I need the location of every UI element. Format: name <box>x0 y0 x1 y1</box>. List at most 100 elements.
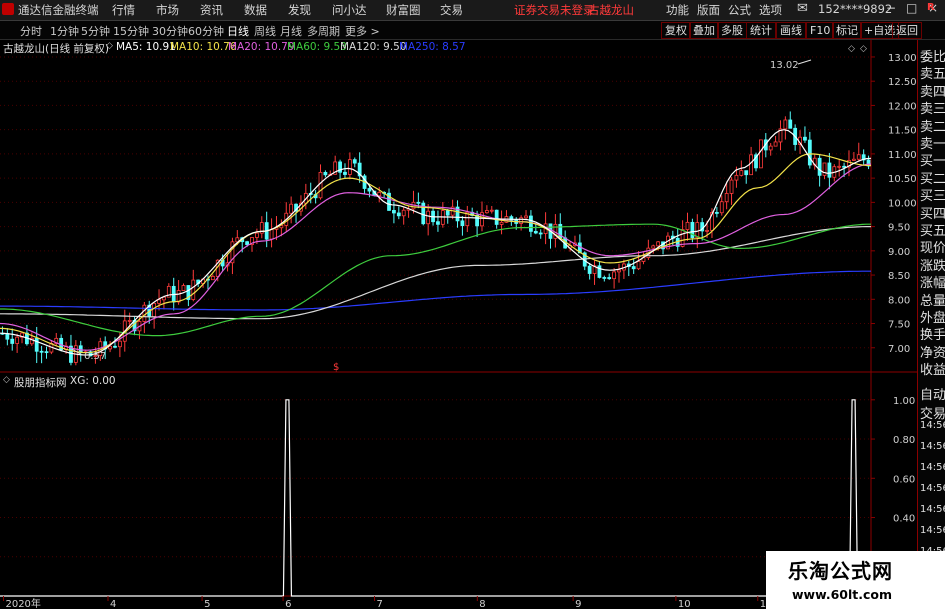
candle-body <box>529 215 533 232</box>
candle-body <box>44 351 49 354</box>
ma120-label: MA120: 9.50 <box>340 41 407 53</box>
candle-body <box>612 271 617 280</box>
candle-body <box>181 285 186 291</box>
quote-label-13: 涨幅 <box>920 276 945 292</box>
price-tick-label: 11.50 <box>888 126 917 137</box>
candle-body <box>636 261 641 270</box>
trade-item-2: 14:56 <box>920 420 945 431</box>
price-tick-label: 7.00 <box>888 344 910 355</box>
candle-body <box>210 276 215 281</box>
ma20-label: MA20: 10.79 <box>228 41 295 53</box>
candle-body <box>484 210 489 214</box>
candle-body <box>392 210 396 214</box>
ma-line <box>0 226 871 320</box>
price-tick-label: 11.00 <box>888 150 917 161</box>
watermark-title: 乐淘公式网 <box>788 559 893 583</box>
candle-body <box>475 215 479 227</box>
candle-body <box>113 345 117 348</box>
candle-body <box>807 139 812 166</box>
candle-body <box>323 171 328 176</box>
candle-body <box>685 221 690 230</box>
candle-body <box>783 119 788 130</box>
trade-item-4: 14:56 <box>920 462 945 473</box>
candle-body <box>538 232 543 235</box>
indicator-grid <box>0 399 871 558</box>
quote-label-17: 净资 <box>920 345 945 361</box>
price-tick-label: 9.00 <box>888 247 910 258</box>
indicator-tick-label: 1.00 <box>893 396 915 407</box>
candle-body <box>856 154 861 160</box>
indicator-tick-label: 0.60 <box>893 474 915 485</box>
candle-body <box>117 340 122 348</box>
candle-body <box>396 212 401 217</box>
watermark-url: www.60lt.com <box>792 587 893 602</box>
ma10-label: MA10: 10.76 <box>170 41 237 53</box>
candle-body <box>191 279 196 300</box>
date-label: 4 <box>110 599 116 609</box>
candle-body <box>34 337 39 352</box>
ma-line <box>0 270 871 311</box>
date-label: 9 <box>575 599 581 609</box>
candle-body <box>426 210 431 225</box>
candle-body <box>768 145 773 151</box>
trade-item-0: 自动 <box>920 388 945 403</box>
quote-label-6: 买一 <box>920 154 945 170</box>
candle-body <box>719 201 724 214</box>
zoom-diamond-icon[interactable]: ◇ <box>860 44 867 54</box>
settings-diamond-icon[interactable]: ◇ <box>848 44 855 54</box>
candle-body <box>656 241 661 247</box>
trade-item-6: 14:56 <box>920 504 945 515</box>
candle-body <box>705 229 709 232</box>
trade-item-5: 14:56 <box>920 483 945 494</box>
candle-body <box>343 171 347 175</box>
ma-line <box>0 163 872 351</box>
date-axis: 2020年4567891011 <box>2 596 773 609</box>
candle-body <box>352 159 357 164</box>
date-label: 6 <box>285 599 291 609</box>
ma-line <box>0 223 871 337</box>
quote-label-3: 卖三 <box>920 102 945 118</box>
date-label: 10 <box>678 599 691 609</box>
price-grid <box>0 56 871 349</box>
ma-line <box>0 153 872 354</box>
candle-body <box>269 228 274 240</box>
indicator-settings-icon[interactable]: ◇ <box>3 375 10 385</box>
event-marker[interactable]: $ <box>333 362 339 373</box>
quote-label-18: 收益 <box>920 363 945 379</box>
candle-body <box>15 336 20 344</box>
xg-signal-line <box>0 399 871 597</box>
quote-label-5: 卖一 <box>920 137 945 152</box>
candle-body <box>602 277 607 279</box>
candle-body <box>788 119 793 129</box>
quote-label-7: 买二 <box>920 171 945 187</box>
price-tick-label: 13.00 <box>888 53 917 64</box>
price-tick-label: 9.50 <box>888 223 910 234</box>
indicator-tick-label: 0.40 <box>893 514 915 525</box>
candle-body <box>499 221 504 225</box>
xg-signal-path <box>0 399 871 597</box>
candle-body <box>39 350 44 353</box>
candle-body <box>445 210 450 216</box>
xg-value: XG: 0.00 <box>70 375 116 387</box>
trade-item-3: 14:56 <box>920 441 945 452</box>
collapse-icon[interactable]: ◇ <box>106 41 113 51</box>
trade-item-7: 14:56 <box>920 525 945 536</box>
panel-corner-icon[interactable]: R <box>927 2 945 13</box>
candle-body <box>739 170 744 176</box>
price-axis: 13.00 12.50 12.00 11.50 11.00 10.50 10.00 9.50 9… <box>871 53 917 355</box>
candle-body <box>436 221 440 225</box>
ma250-label: MA250: 8.57 <box>399 41 466 53</box>
candle-body <box>651 245 656 249</box>
candle-body <box>734 174 739 181</box>
kline-chart[interactable]: 13.00 12.50 12.00 11.50 11.00 10.50 10.00 9.50 9… <box>0 0 945 609</box>
candle-body <box>729 179 734 194</box>
high-label: 13.02 <box>770 60 799 71</box>
candle-body <box>347 159 352 175</box>
low-label: 6.57 <box>84 351 106 362</box>
indicator-name[interactable]: 股朋指标网 <box>14 375 67 390</box>
candle-body <box>749 154 754 176</box>
price-tick-label: 10.50 <box>888 174 917 185</box>
quote-panel: R 委比 卖五 卖四 卖三 卖二 卖一 买一 买二 买三 买四 买五 现价 涨跌 涨幅 总量 外盘 换手 净资 收益自… <box>917 2 945 609</box>
quote-label-15: 外盘 <box>920 311 945 326</box>
candle-body <box>837 165 842 168</box>
